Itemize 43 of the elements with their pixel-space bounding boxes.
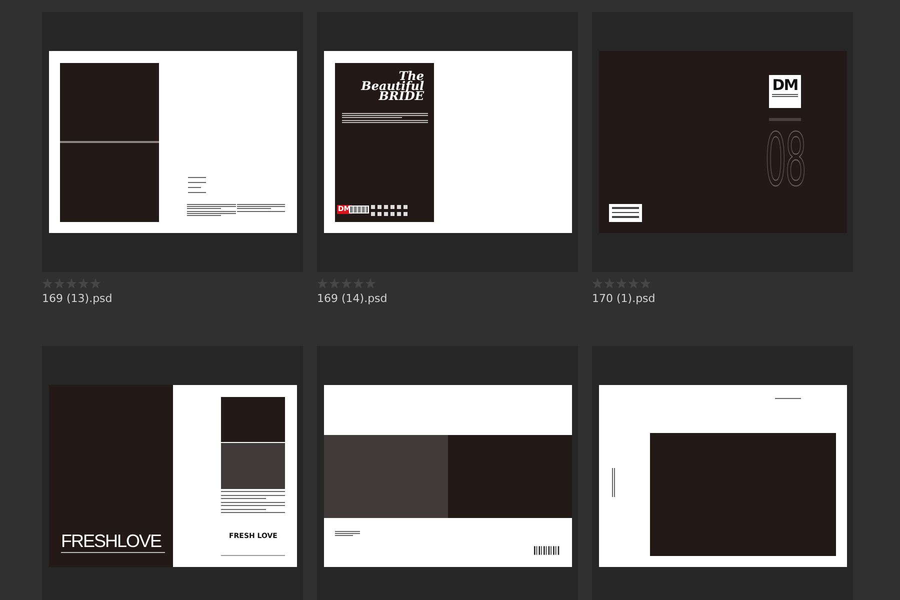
text-lines-drawing: [769, 118, 801, 121]
star-icon: [341, 278, 352, 289]
image-block: [221, 397, 285, 442]
headline: FRESHLOVE: [61, 531, 162, 551]
star-icon: [54, 278, 65, 289]
barcode-icon: [349, 205, 369, 214]
file-name[interactable]: 169 (13).psd: [42, 292, 112, 306]
text-lines-drawing: [612, 468, 615, 497]
file-card[interactable]: [317, 346, 578, 600]
file-name[interactable]: 170 (1).psd: [592, 292, 656, 306]
file-card[interactable]: DM 08: [592, 12, 853, 272]
barcode-icon: [534, 545, 560, 556]
star-icon: [90, 278, 101, 289]
star-icon: [365, 278, 376, 289]
file-name[interactable]: 169 (14).psd: [317, 292, 388, 306]
star-icon: [640, 278, 651, 289]
icons-drawing: [371, 205, 409, 217]
image-block: [221, 443, 285, 489]
star-icon: [628, 278, 639, 289]
issue-number: 08: [765, 125, 806, 198]
file-card[interactable]: [592, 346, 853, 600]
star-icon: [78, 278, 89, 289]
label-sticker: [609, 204, 642, 222]
star-icon: [604, 278, 615, 289]
star-icon: [616, 278, 627, 289]
star-icon: [592, 278, 603, 289]
star-icon: [329, 278, 340, 289]
star-icon: [317, 278, 328, 289]
text-lines-drawing: [335, 531, 360, 536]
title-line: Beautiful: [361, 81, 424, 91]
text-lines-drawing: [221, 491, 285, 513]
logo: DM: [769, 75, 801, 108]
star-icon: [353, 278, 364, 289]
text-lines-drawing: [775, 398, 801, 399]
title-line: BRIDE: [378, 91, 424, 101]
title-line: The: [398, 71, 424, 81]
star-icon: [42, 278, 53, 289]
text-lines-drawing: [188, 177, 206, 193]
star-rating[interactable]: [317, 278, 376, 289]
star-rating[interactable]: [592, 278, 651, 289]
star-icon: [66, 278, 77, 289]
star-rating[interactable]: [42, 278, 101, 289]
file-card[interactable]: [42, 12, 303, 272]
